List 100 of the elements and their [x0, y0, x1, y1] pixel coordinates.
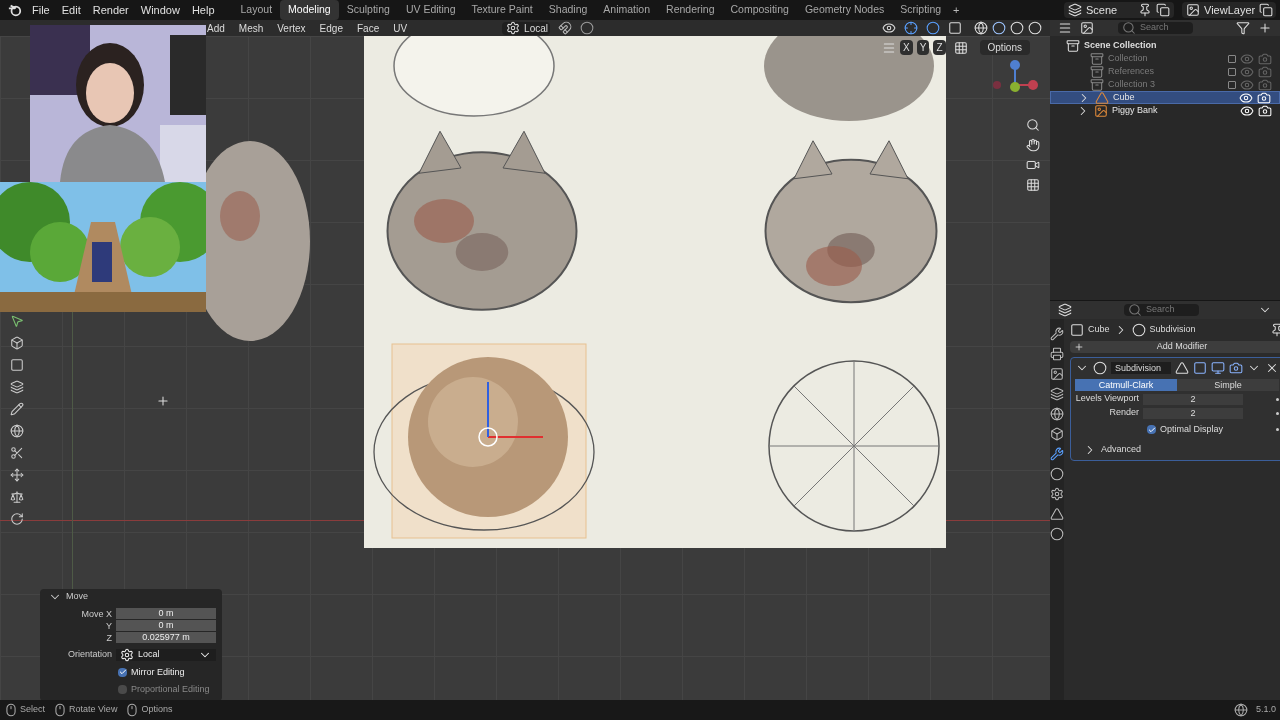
add-workspace-button[interactable]: + — [949, 1, 964, 19]
gizmo-icon[interactable] — [904, 21, 918, 35]
workspace-tab[interactable]: Scripting — [892, 0, 950, 20]
menu-item[interactable]: Edit — [55, 1, 87, 19]
auto-merge-icon[interactable] — [953, 40, 968, 55]
tool-icon[interactable] — [10, 446, 24, 460]
hand-icon[interactable] — [1026, 138, 1040, 152]
workspace-tab[interactable]: Animation — [595, 0, 659, 20]
viewport-menu[interactable]: Vertex — [270, 20, 313, 36]
menu-item[interactable]: File — [26, 1, 56, 19]
tool-icon[interactable] — [10, 380, 24, 394]
blender-logo-icon[interactable] — [8, 3, 22, 17]
xray-icon[interactable] — [948, 21, 962, 35]
panel-title[interactable]: Move — [66, 590, 88, 604]
copy-icon[interactable] — [1259, 3, 1274, 17]
properties-tab-icon[interactable] — [1050, 447, 1064, 461]
checkbox[interactable] — [118, 685, 127, 695]
filter-icon[interactable] — [1236, 21, 1250, 35]
camera-icon[interactable] — [1026, 158, 1040, 172]
properties-tab-icon[interactable] — [1050, 467, 1064, 481]
material-shading-icon[interactable] — [1010, 21, 1024, 35]
viewport-menu[interactable]: UV — [386, 20, 415, 36]
orientation-dropdown[interactable]: Local — [502, 21, 551, 35]
eye-icon[interactable] — [1239, 90, 1253, 105]
visibility-icon[interactable] — [882, 21, 896, 35]
properties-tab-icon[interactable] — [1050, 527, 1064, 541]
menu-item[interactable]: Render — [86, 1, 135, 19]
orientation-dropdown[interactable]: Local — [116, 648, 216, 661]
axis-toggle[interactable]: Z — [933, 40, 946, 55]
tree-row[interactable]: Collection — [1050, 52, 1280, 65]
tool-icon[interactable] — [10, 358, 24, 372]
properties-tab-icon[interactable] — [1050, 507, 1064, 521]
menu-item[interactable]: Window — [134, 1, 186, 19]
edit-mode-icon[interactable] — [1175, 361, 1189, 375]
render-shading-icon[interactable] — [1028, 21, 1042, 35]
wireframe-shading-icon[interactable] — [974, 21, 988, 35]
properties-tab-icon[interactable] — [1050, 327, 1064, 341]
tool-icon[interactable] — [10, 314, 24, 328]
properties-tab-icon[interactable] — [1050, 487, 1064, 501]
tool-icon[interactable] — [10, 512, 24, 526]
display-mode-icon[interactable] — [1058, 21, 1072, 35]
camera-icon[interactable] — [1257, 90, 1271, 105]
copy-icon[interactable] — [1156, 3, 1170, 17]
workspace-tab[interactable]: Layout — [232, 0, 281, 20]
modifier-name-field[interactable]: Subdivision — [1111, 362, 1171, 374]
tree-row[interactable]: References — [1050, 65, 1280, 78]
properties-tab-icon[interactable] — [1050, 427, 1064, 441]
workspace-tab[interactable]: Modeling — [280, 0, 339, 20]
grid-icon[interactable] — [1026, 178, 1040, 192]
viewport-icon[interactable] — [1211, 361, 1225, 375]
close-icon[interactable] — [1265, 361, 1279, 375]
type-tab[interactable]: Catmull-Clark — [1075, 379, 1177, 391]
workspace-tab[interactable]: Texture Paint — [463, 0, 541, 20]
cage-icon[interactable] — [1193, 361, 1207, 375]
scene-selector[interactable]: Scene — [1064, 2, 1174, 18]
checkbox[interactable] — [118, 667, 127, 677]
snap-icon[interactable] — [558, 21, 573, 35]
pin-icon[interactable] — [1270, 323, 1280, 337]
search-field[interactable]: Search — [1124, 304, 1199, 316]
solid-shading-icon[interactable] — [992, 21, 1006, 35]
value-field[interactable]: 2 — [1143, 393, 1243, 405]
properties-tab-icon[interactable] — [1050, 387, 1064, 401]
new-collection-icon[interactable] — [1258, 21, 1272, 35]
workspace-tab[interactable]: Geometry Nodes — [796, 0, 893, 20]
pin-icon[interactable] — [1138, 3, 1152, 17]
viewport-menu[interactable]: Face — [349, 20, 387, 36]
tool-icon[interactable] — [10, 468, 24, 482]
render-icon[interactable] — [1229, 361, 1243, 375]
value-field[interactable]: 0.025977 m — [116, 632, 216, 643]
type-tab[interactable]: Simple — [1177, 379, 1279, 391]
tool-icon[interactable] — [10, 424, 24, 438]
exclude-checkbox[interactable] — [1228, 54, 1236, 63]
tool-icon[interactable] — [10, 336, 24, 350]
zoom-icon[interactable] — [1026, 118, 1040, 132]
viewport-menu[interactable]: Edge — [312, 20, 350, 36]
tree-row[interactable]: Collection 3 — [1050, 78, 1280, 91]
search-field[interactable]: Search — [1118, 22, 1193, 34]
exclude-checkbox[interactable] — [1228, 80, 1236, 89]
camera-icon[interactable] — [1258, 103, 1272, 118]
viewport-menu[interactable]: Mesh — [231, 20, 271, 36]
properties-tab-icon[interactable] — [1050, 407, 1064, 421]
workspace-tab[interactable]: Shading — [540, 0, 596, 20]
overlay-icon[interactable] — [926, 21, 940, 35]
tree-row[interactable]: Cube — [1050, 91, 1280, 104]
axis-toggle[interactable]: X — [900, 40, 913, 55]
tree-row[interactable]: Piggy Bank — [1050, 104, 1280, 117]
add-modifier-button[interactable]: Add Modifier — [1070, 341, 1280, 353]
tree-item[interactable]: Scene Collection — [1084, 38, 1157, 53]
eye-icon[interactable] — [1240, 103, 1254, 118]
properties-tab-icon[interactable] — [1050, 367, 1064, 381]
proportional-icon[interactable] — [580, 21, 595, 35]
value-field[interactable]: 0 m — [116, 620, 216, 631]
tool-icon[interactable] — [10, 402, 24, 416]
workspace-tab[interactable]: Compositing — [722, 0, 797, 20]
editor-type-icon[interactable] — [1058, 303, 1072, 317]
view-layer-selector[interactable]: ViewLayer — [1182, 2, 1276, 18]
subpanel-header[interactable]: Advanced — [1101, 442, 1142, 457]
value-field[interactable]: 0 m — [116, 608, 216, 619]
exclude-checkbox[interactable] — [1228, 67, 1236, 76]
tool-icon[interactable] — [10, 490, 24, 504]
